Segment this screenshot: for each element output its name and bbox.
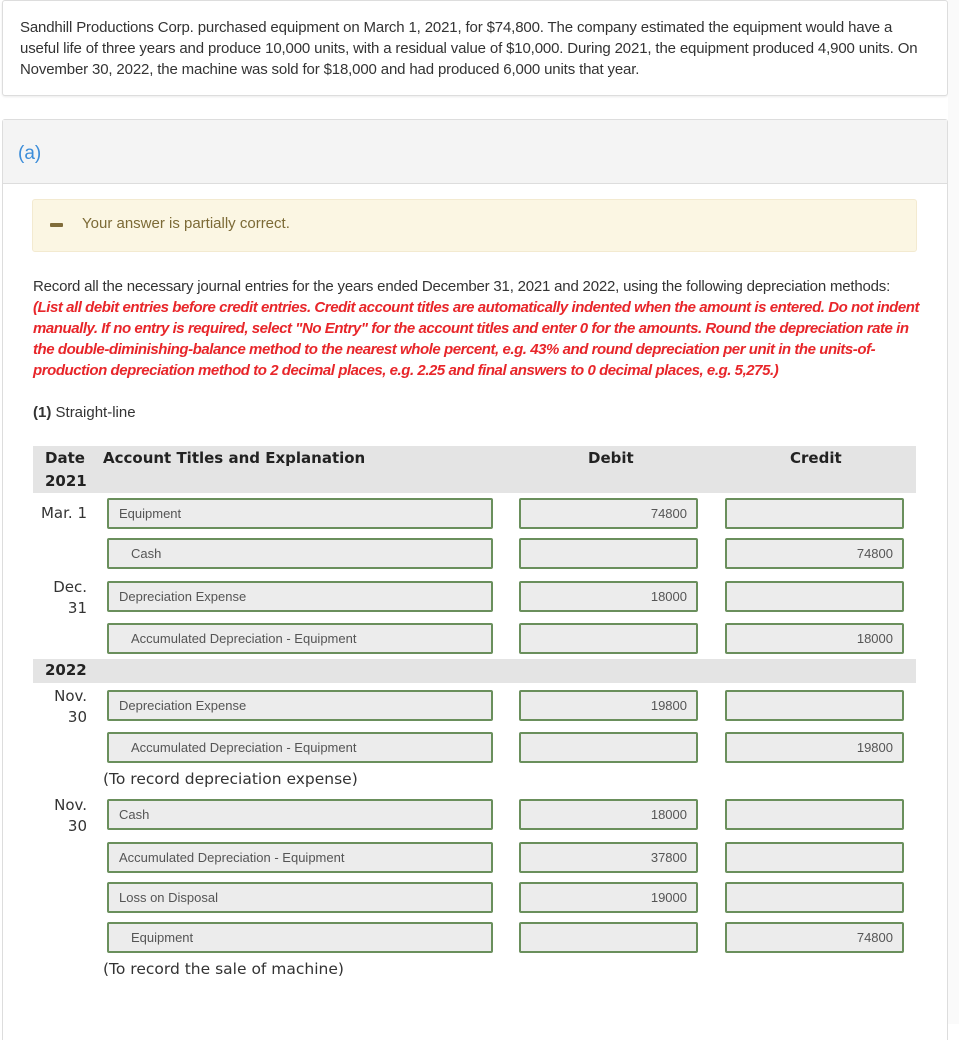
date-month: Nov. xyxy=(54,687,87,705)
header-account: Account Titles and Explanation xyxy=(103,449,366,467)
year-row-2022: 2022 xyxy=(33,659,916,683)
problem-statement: Sandhill Productions Corp. purchased equ… xyxy=(20,19,918,78)
entry-explanation: (To record the sale of machine) xyxy=(103,960,344,978)
header-credit: Credit xyxy=(790,449,842,467)
minus-icon xyxy=(50,223,63,227)
credit-field[interactable] xyxy=(725,498,904,529)
problem-statement-box: Sandhill Productions Corp. purchased equ… xyxy=(2,0,948,96)
debit-field[interactable]: 19800 xyxy=(519,690,698,721)
debit-field[interactable]: 74800 xyxy=(519,498,698,529)
header-debit: Debit xyxy=(588,449,634,467)
account-title-field[interactable]: Cash xyxy=(107,799,493,830)
part-label: (a) xyxy=(18,143,42,164)
credit-field[interactable]: 74800 xyxy=(725,538,904,569)
year-2021: 2021 xyxy=(45,472,87,490)
date-month: Dec. xyxy=(53,578,87,596)
account-title-field[interactable]: Loss on Disposal xyxy=(107,882,493,913)
debit-field[interactable]: 19000 xyxy=(519,882,698,913)
date-day: 30 xyxy=(67,708,87,726)
date-day: 31 xyxy=(67,599,87,617)
account-title-field[interactable]: Accumulated Depreciation - Equipment xyxy=(107,842,493,873)
credit-field[interactable] xyxy=(725,842,904,873)
account-title-field[interactable]: Equipment xyxy=(107,498,493,529)
entry-date: Dec. 31 xyxy=(33,577,87,619)
header-date: Date xyxy=(45,449,85,467)
debit-field[interactable] xyxy=(519,623,698,654)
journal-table-header: Date 2021 Account Titles and Explanation… xyxy=(33,446,916,493)
credit-field[interactable]: 18000 xyxy=(725,623,904,654)
year-2022: 2022 xyxy=(45,661,87,679)
credit-field[interactable] xyxy=(725,581,904,612)
instructions-emphasis: (List all debit entries before credit en… xyxy=(33,299,920,379)
account-title-field[interactable]: Depreciation Expense xyxy=(107,581,493,612)
method-title: (1) Straight-line xyxy=(33,404,136,421)
part-header: (a) xyxy=(3,120,947,184)
date-day: 30 xyxy=(67,817,87,835)
entry-date: Mar. 1 xyxy=(40,504,87,522)
credit-field[interactable]: 74800 xyxy=(725,922,904,953)
debit-field[interactable]: 18000 xyxy=(519,581,698,612)
alert-text: Your answer is partially correct. xyxy=(82,215,290,232)
date-month: Nov. xyxy=(54,796,87,814)
debit-field[interactable] xyxy=(519,732,698,763)
credit-field[interactable] xyxy=(725,882,904,913)
debit-field[interactable] xyxy=(519,538,698,569)
debit-field[interactable]: 37800 xyxy=(519,842,698,873)
scrollbar-track[interactable] xyxy=(948,0,959,1024)
entry-date: Nov. 30 xyxy=(33,686,87,728)
account-title-field[interactable]: Depreciation Expense xyxy=(107,690,493,721)
method-number: (1) xyxy=(33,404,52,421)
entry-date: Nov. 30 xyxy=(33,795,87,837)
credit-field[interactable]: 19800 xyxy=(725,732,904,763)
partial-correct-alert: Your answer is partially correct. xyxy=(32,199,917,252)
credit-field[interactable] xyxy=(725,690,904,721)
instructions-intro: Record all the necessary journal entries… xyxy=(33,278,891,295)
account-title-field[interactable]: Accumulated Depreciation - Equipment xyxy=(107,732,493,763)
instructions: Record all the necessary journal entries… xyxy=(33,276,923,381)
entry-explanation: (To record depreciation expense) xyxy=(103,770,358,788)
debit-field[interactable]: 18000 xyxy=(519,799,698,830)
account-title-field[interactable]: Equipment xyxy=(107,922,493,953)
credit-field[interactable] xyxy=(725,799,904,830)
debit-field[interactable] xyxy=(519,922,698,953)
account-title-field[interactable]: Cash xyxy=(107,538,493,569)
method-name: Straight-line xyxy=(55,404,136,421)
account-title-field[interactable]: Accumulated Depreciation - Equipment xyxy=(107,623,493,654)
